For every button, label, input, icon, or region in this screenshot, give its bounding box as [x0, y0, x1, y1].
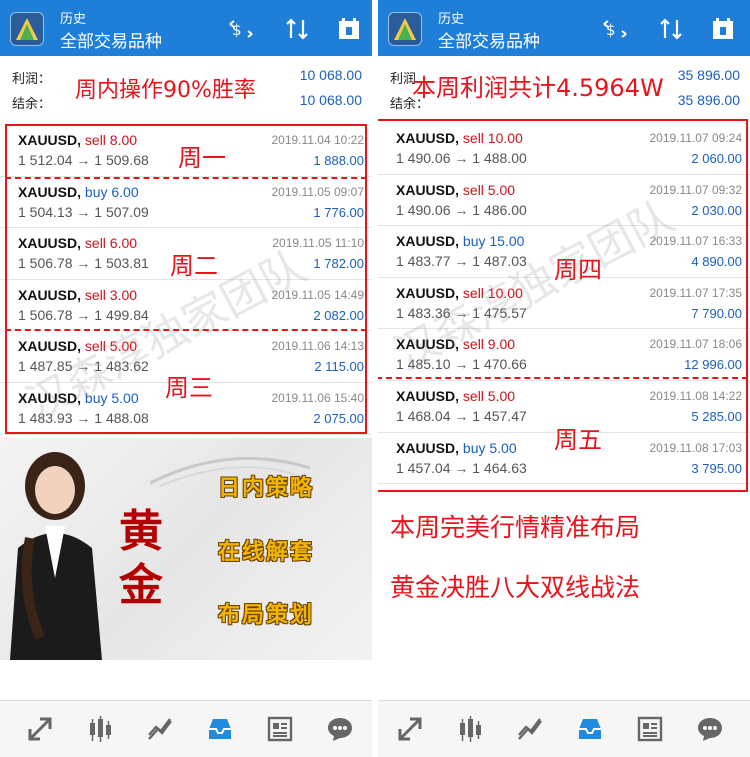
svg-text:$: $ [232, 21, 242, 39]
day-separator [5, 329, 367, 331]
tab-trade-icon[interactable] [22, 711, 58, 747]
tab-quotes-icon[interactable] [82, 711, 118, 747]
left-panel: 历史 全部交易品种 $ 利润： 10 068.00 结余： 10 068.00 … [0, 0, 372, 757]
currency-icon[interactable]: $ [600, 14, 630, 44]
profit-value: 35 896.00 [677, 67, 740, 83]
calendar-icon[interactable] [708, 14, 738, 44]
profit-value: 10 068.00 [299, 67, 362, 83]
day-separator [5, 177, 367, 179]
app-logo-icon[interactable] [10, 12, 44, 46]
gold-badge: 黄 金 [107, 495, 203, 611]
day-label-mon: 周一 [178, 144, 226, 172]
header-subtitle: 历史 [60, 11, 87, 26]
tab-news-icon[interactable] [262, 711, 298, 747]
app-logo-icon[interactable] [388, 12, 422, 46]
header-bar: 历史 全部交易品种 $ [0, 0, 372, 56]
tab-news-icon[interactable] [632, 711, 668, 747]
tab-history-icon[interactable] [202, 711, 238, 747]
balance-value: 10 068.00 [299, 92, 362, 108]
header-title[interactable]: 全部交易品种 [438, 27, 540, 52]
tab-chat-icon[interactable] [322, 711, 358, 747]
screenshot-root: 历史 全部交易品种 $ 利润： 10 068.00 结余： 10 068.00 … [0, 0, 750, 757]
gold-char-2: 金 [119, 560, 163, 611]
balance-label: 结余： [12, 96, 52, 111]
promo-winrate: 周内操作90%胜率 [75, 78, 256, 103]
promo-weekly-profit: 本周利润共计4.5964W [412, 74, 664, 102]
model-photo [10, 452, 102, 660]
day-label-tue: 周二 [170, 252, 218, 280]
header-subtitle: 历史 [438, 11, 465, 26]
sort-icon[interactable] [282, 14, 312, 44]
currency-icon[interactable]: $ [226, 14, 256, 44]
slogan-2: 黄金决胜八大双线战法 [390, 573, 641, 602]
tab-quotes-icon[interactable] [452, 711, 488, 747]
day-separator [378, 377, 748, 379]
right-panel: 历史 全部交易品种 $ 利润 35 896.00 结余： 35 896.00 本… [378, 0, 750, 757]
day-label-fri: 周五 [554, 426, 602, 454]
balance-value: 35 896.00 [677, 92, 740, 108]
profit-label: 利润： [12, 71, 52, 86]
tagline-2: 在线解套 [218, 540, 315, 565]
tab-chat-icon[interactable] [692, 711, 728, 747]
tab-chart-icon[interactable] [142, 711, 178, 747]
tagline-3: 布局策划 [218, 603, 315, 628]
header-bar: 历史 全部交易品种 $ [378, 0, 750, 56]
calendar-icon[interactable] [334, 14, 364, 44]
bottom-tab-bar [378, 700, 750, 757]
bottom-tab-bar [0, 700, 372, 757]
day-label-wed: 周三 [165, 374, 213, 402]
slogan-1: 本周完美行情精准布局 [390, 513, 641, 542]
header-title[interactable]: 全部交易品种 [60, 27, 162, 52]
day-label-thu: 周四 [554, 256, 602, 284]
tab-chart-icon[interactable] [512, 711, 548, 747]
tagline-1: 日内策略 [218, 476, 315, 501]
svg-text:$: $ [606, 21, 616, 39]
tab-trade-icon[interactable] [392, 711, 428, 747]
sort-icon[interactable] [656, 14, 686, 44]
tab-history-icon[interactable] [572, 711, 608, 747]
